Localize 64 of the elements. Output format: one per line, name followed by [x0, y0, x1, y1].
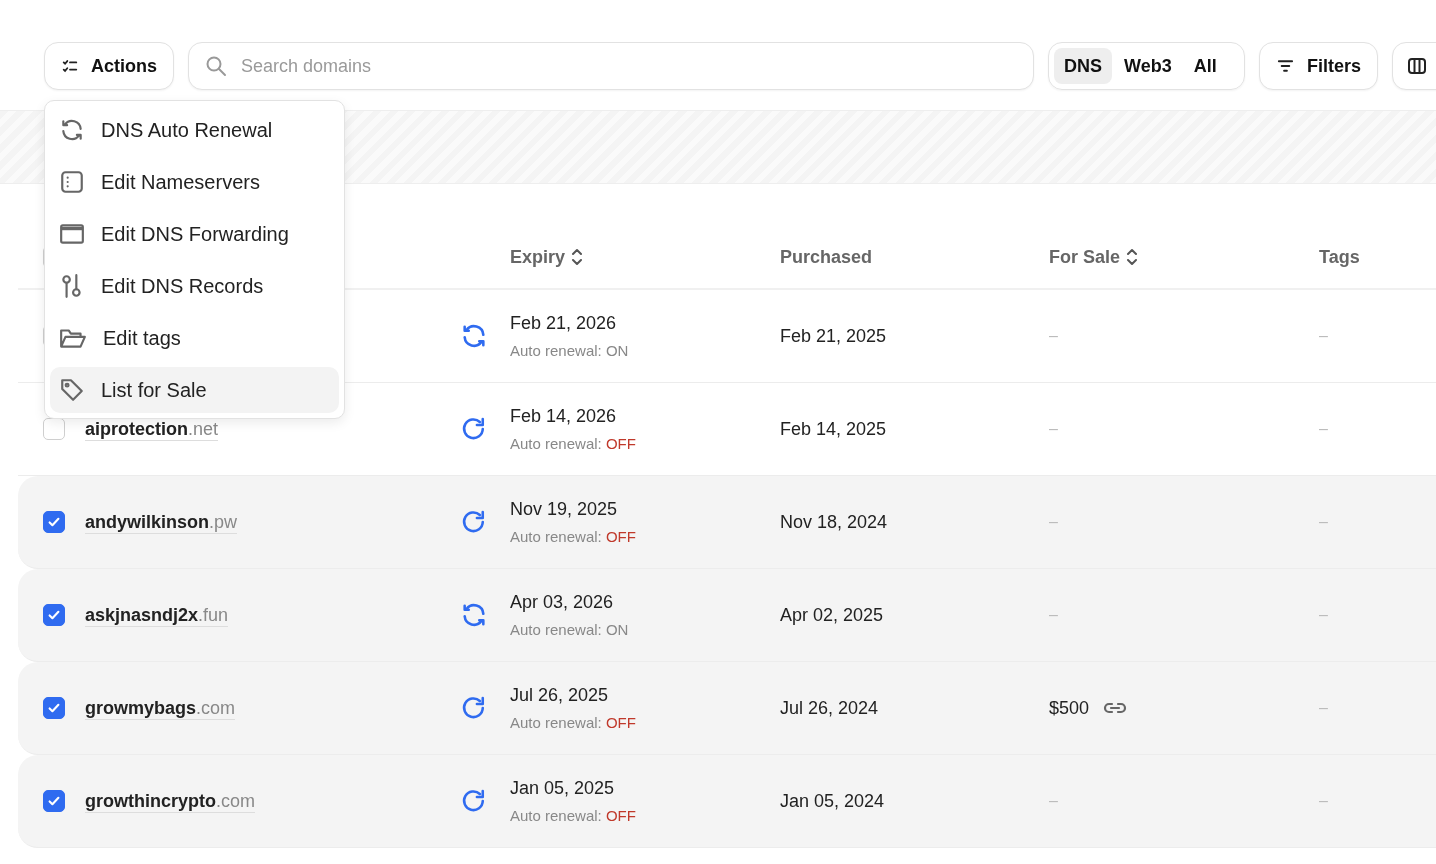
sale-price: –: [1049, 792, 1058, 810]
domain-link[interactable]: askjnasndj2x.fun: [85, 604, 229, 627]
segment-tab[interactable]: All: [1183, 48, 1227, 84]
expiry-date: Feb 14, 2026: [510, 406, 617, 427]
purchase-date: Nov 18, 2024: [780, 511, 889, 533]
menu-item[interactable]: Edit tags: [50, 312, 339, 364]
row-checkbox[interactable]: [43, 604, 65, 626]
sale-price: –: [1049, 327, 1058, 345]
sale-price: $500: [1049, 697, 1090, 719]
tags-cell-text: –: [1319, 420, 1329, 438]
menu-item[interactable]: Edit Nameservers: [50, 156, 339, 208]
menu-item[interactable]: DNS Auto Renewal: [50, 104, 339, 156]
renewal-status: Auto renewal: OFF: [510, 807, 636, 824]
expiry-date: Jan 05, 2025: [510, 778, 615, 799]
purchase-date: Feb 14, 2025: [780, 418, 888, 440]
expiry-date: Jul 26, 2025: [510, 685, 609, 706]
renewal-status: Auto renewal: OFF: [510, 714, 636, 731]
filters-button[interactable]: Filters: [1259, 42, 1378, 90]
row-checkbox[interactable]: [43, 697, 65, 719]
columns-icon: [1407, 56, 1427, 76]
actions-button[interactable]: Actions: [44, 42, 174, 90]
renewal-status: Auto renewal: ON: [510, 342, 629, 359]
tags-cell-text: –: [1319, 699, 1329, 717]
column-header: Tags: [1319, 246, 1360, 268]
purchase-date: Feb 21, 2025: [780, 325, 888, 347]
window-icon: [59, 221, 85, 247]
tags-cell-text: –: [1319, 513, 1329, 531]
purchase-date: Jul 26, 2024: [780, 697, 880, 719]
domain-link[interactable]: growmybags.com: [85, 697, 236, 720]
tags-cell-text: –: [1319, 792, 1329, 810]
tags-cell-text: –: [1319, 606, 1329, 624]
sync-icon: [59, 117, 85, 143]
column-header[interactable]: For Sale: [1049, 246, 1121, 268]
tags-cell-text: –: [1319, 327, 1329, 345]
sale-price: –: [1049, 513, 1058, 531]
menu-item[interactable]: Edit DNS Records: [50, 260, 339, 312]
sale-price: –: [1049, 606, 1058, 624]
segment-tab[interactable]: DNS: [1054, 48, 1112, 84]
sort-icon[interactable]: [1126, 247, 1139, 267]
link-icon[interactable]: [1103, 701, 1128, 715]
renewal-status: Auto renewal: OFF: [510, 435, 636, 452]
tag-icon: [59, 377, 85, 403]
domain-link[interactable]: growthincrypto.com: [85, 790, 255, 813]
menu-item[interactable]: List for Sale: [50, 367, 339, 413]
list-panel-icon: [59, 169, 85, 195]
renewal-status: Auto renewal: OFF: [510, 528, 636, 545]
sort-icon[interactable]: [571, 247, 584, 267]
renewal-status: Auto renewal: ON: [510, 621, 629, 638]
purchase-date: Apr 02, 2025: [780, 604, 885, 626]
search-field[interactable]: Search domains: [188, 42, 1034, 90]
columns-button[interactable]: [1392, 42, 1436, 90]
row-checkbox[interactable]: [43, 790, 65, 812]
search-icon: [205, 55, 227, 77]
domain-link[interactable]: andywilkinson.pw: [85, 511, 238, 534]
sale-price: –: [1049, 420, 1058, 438]
menu-item[interactable]: Edit DNS Forwarding: [50, 208, 339, 260]
row-checkbox[interactable]: [43, 511, 65, 533]
segment-tab[interactable]: Web3: [1114, 48, 1182, 84]
expiry-date: Apr 03, 2026: [510, 592, 614, 613]
column-header: Purchased: [780, 246, 873, 268]
column-header[interactable]: Expiry: [510, 246, 566, 268]
expiry-date: Feb 21, 2026: [510, 313, 617, 334]
expiry-date: Nov 19, 2025: [510, 499, 618, 520]
purchase-date: Jan 05, 2024: [780, 790, 886, 812]
